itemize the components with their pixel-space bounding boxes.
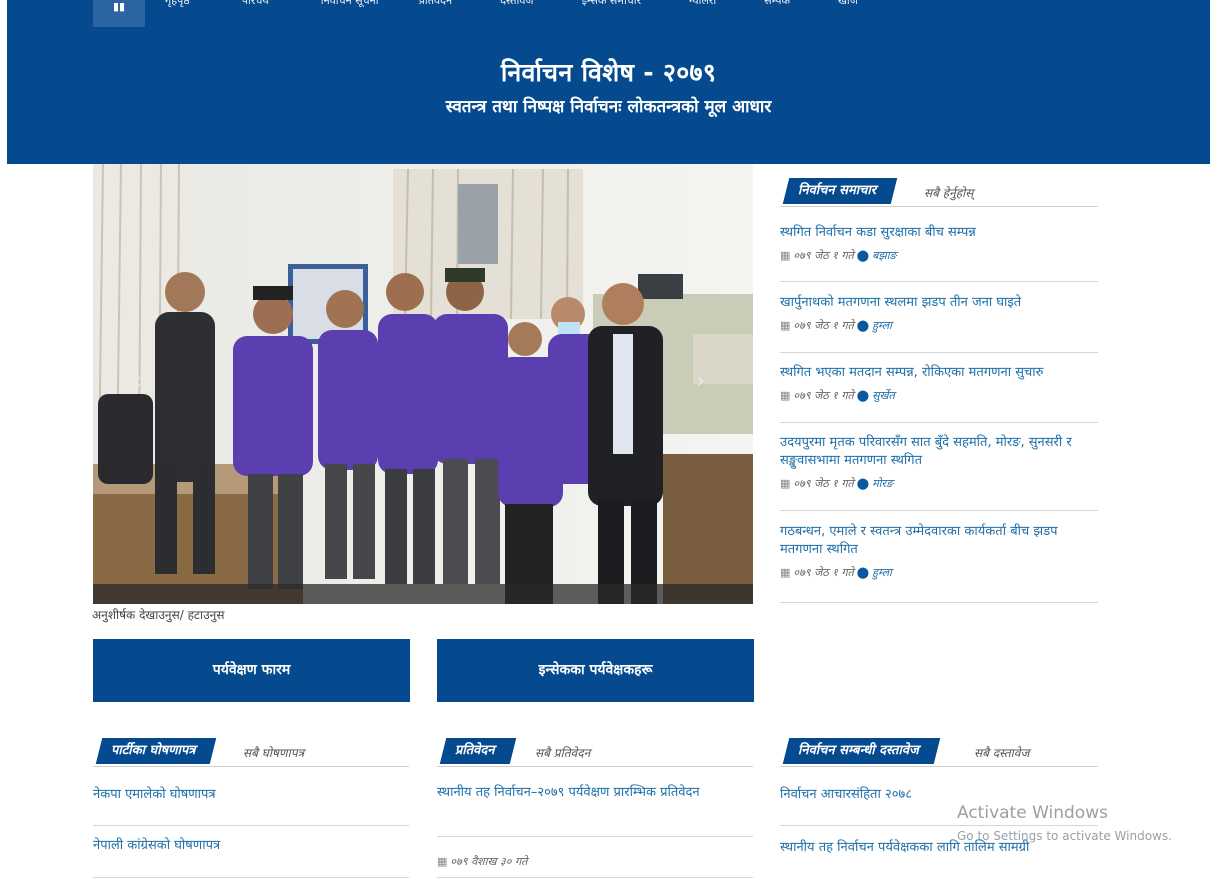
- map-pin-icon: ⬤: [856, 319, 870, 332]
- map-pin-icon: ⬤: [856, 249, 870, 262]
- nav-item-documents[interactable]: दस्तावेज: [500, 0, 534, 8]
- news-item-meta: ▦ ०७९ जेठ १ गते ⬤ हुम्ला: [780, 318, 1098, 333]
- photo-slider[interactable]: ‹ ›: [93, 164, 753, 604]
- documents-section-header: निर्वाचन सम्बन्धी दस्तावेज सबै दस्तावेज: [780, 736, 1098, 767]
- news-item-meta: ▦ ०७९ जेठ १ गते ⬤ सुर्खेत: [780, 388, 1098, 403]
- news-item-4: उदयपुरमा मृतक परिवारसँग सात बुँदे सहमति,…: [780, 434, 1098, 511]
- document-link-code-of-conduct[interactable]: निर्वाचन आचारसंहिता २०७८: [780, 786, 1098, 804]
- divider: [437, 877, 753, 878]
- news-item-title[interactable]: स्थगित निर्वाचन कडा सुरक्षाका बीच सम्पन्…: [780, 224, 1098, 242]
- caption-toggle-link[interactable]: अनुशीर्षक देखाउनुस/ हटाउनुस: [92, 606, 224, 623]
- watermark-title: Activate Windows: [957, 803, 1108, 823]
- news-item-location[interactable]: हुम्ला: [872, 318, 892, 333]
- nav-item-gallery[interactable]: ग्यालेरी: [689, 0, 716, 8]
- manifesto-view-all-link[interactable]: सबै घोषणापत्र: [243, 744, 304, 761]
- news-section-header: निर्वाचन समाचार सबै हेर्नुहोस्: [780, 176, 1098, 207]
- news-item-title[interactable]: गठबन्धन, एमाले र स्वतन्त्र उम्मेदवारका क…: [780, 523, 1098, 559]
- calendar-icon: ▦: [780, 566, 791, 579]
- windows-activation-watermark: Activate Windows Go to Settings to activ…: [957, 803, 1172, 843]
- top-nav-bar: ▮▮ गृहपृष्ठ परिचय निर्वाचन सूचना प्रतिवे…: [7, 0, 1210, 29]
- divider: [93, 825, 409, 826]
- nav-menu-button[interactable]: ▮▮: [93, 0, 145, 27]
- news-item-date: ०७९ जेठ १ गते: [793, 249, 854, 262]
- news-item-location[interactable]: मोरङ: [872, 476, 893, 491]
- manifesto-section-header: पार्टीका घोषणापत्र सबै घोषणापत्र: [93, 736, 409, 767]
- news-item-meta: ▦ ०७९ जेठ १ गते ⬤ बझाङ: [780, 248, 1098, 263]
- slider-prev-arrow[interactable]: ‹: [133, 369, 142, 394]
- news-item-date: ०७९ जेठ १ गते: [793, 389, 854, 402]
- nav-item-reports[interactable]: प्रतिवेदन: [419, 0, 452, 8]
- reports-section-header: प्रतिवेदन सबै प्रतिवेदन: [437, 736, 753, 767]
- news-item-2: खार्पुनाथको मतगणना स्थलमा झडप तीन जना घा…: [780, 294, 1098, 353]
- news-item-1: स्थगित निर्वाचन कडा सुरक्षाका बीच सम्पन्…: [780, 224, 1098, 282]
- reports-view-all-link[interactable]: सबै प्रतिवेदन: [535, 744, 590, 761]
- calendar-icon: ▦: [780, 389, 791, 402]
- documents-tab[interactable]: निर्वाचन सम्बन्धी दस्तावेज: [782, 738, 940, 764]
- calendar-icon: ▦: [780, 477, 791, 490]
- divider: [93, 877, 409, 878]
- page-title: निर्वाचन विशेष - २०७९: [500, 58, 717, 87]
- news-item-meta: ▦ ०७९ जेठ १ गते ⬤ हुम्ला: [780, 565, 1098, 580]
- news-item-date: ०७९ जेठ १ गते: [793, 477, 854, 490]
- slider-next-arrow[interactable]: ›: [696, 369, 705, 394]
- calendar-icon: ▦: [780, 319, 791, 332]
- page-subtitle: स्वतन्त्र तथा निष्पक्ष निर्वाचनः लोकतन्त…: [445, 97, 772, 117]
- nav-item-home[interactable]: गृहपृष्ठ: [165, 0, 190, 8]
- nav-item-election-notice[interactable]: निर्वाचन सूचना: [321, 0, 379, 8]
- nav-item-contact[interactable]: सम्पर्क: [764, 0, 790, 8]
- nav-item-about[interactable]: परिचय: [242, 0, 269, 8]
- watermark-subtitle: Go to Settings to activate Windows.: [957, 829, 1172, 843]
- map-pin-icon: ⬤: [856, 389, 870, 402]
- map-pin-icon: ⬤: [856, 566, 870, 579]
- news-item-title[interactable]: उदयपुरमा मृतक परिवारसँग सात बुँदे सहमति,…: [780, 434, 1098, 470]
- manifesto-tab[interactable]: पार्टीका घोषणापत्र: [95, 738, 217, 764]
- slider-photo: [93, 164, 753, 604]
- manifesto-link-uml[interactable]: नेकपा एमालेको घोषणापत्र: [93, 786, 409, 804]
- news-tab[interactable]: निर्वाचन समाचार: [782, 178, 898, 204]
- calendar-icon: ▦: [780, 249, 791, 262]
- hero-banner: निर्वाचन विशेष - २०७९ स्वतन्त्र तथा निष्…: [7, 27, 1210, 164]
- news-item-title[interactable]: स्थगित भएका मतदान सम्पन्न, रोकिएका मतगणन…: [780, 364, 1098, 382]
- manifesto-link-congress[interactable]: नेपाली कांग्रेसको घोषणापत्र: [93, 837, 409, 855]
- nav-items: गृहपृष्ठ परिचय निर्वाचन सूचना प्रतिवेदन …: [165, 0, 858, 8]
- report-date: ०७९ वैशाख ३० गते: [450, 855, 528, 868]
- nav-item-search[interactable]: खोज: [838, 0, 858, 8]
- news-item-location[interactable]: बझाङ: [872, 248, 896, 263]
- map-pin-icon: ⬤: [856, 477, 870, 490]
- insec-observers-button[interactable]: इन्सेकका पर्यवेक्षकहरू: [437, 639, 754, 702]
- news-item-3: स्थगित भएका मतदान सम्पन्न, रोकिएका मतगणन…: [780, 364, 1098, 423]
- calendar-icon: ▦: [437, 855, 448, 868]
- news-item-title[interactable]: खार्पुनाथको मतगणना स्थलमा झडप तीन जना घा…: [780, 294, 1098, 312]
- report-link-preliminary[interactable]: स्थानीय तह निर्वाचन–२०७९ पर्यवेक्षण प्रा…: [437, 784, 747, 802]
- news-view-all-link[interactable]: सबै हेर्नुहोस्: [924, 184, 973, 201]
- divider: [437, 836, 753, 837]
- news-item-meta: ▦ ०७९ जेठ १ गते ⬤ मोरङ: [780, 476, 1098, 491]
- documents-view-all-link[interactable]: सबै दस्तावेज: [974, 744, 1029, 761]
- observation-form-button[interactable]: पर्यवेक्षण फारम: [93, 639, 410, 702]
- reports-tab[interactable]: प्रतिवेदन: [439, 738, 516, 764]
- news-item-location[interactable]: सुर्खेत: [872, 388, 895, 403]
- nav-item-insec-news[interactable]: इन्सेक समाचार: [582, 0, 642, 8]
- news-item-5: गठबन्धन, एमाले र स्वतन्त्र उम्मेदवारका क…: [780, 523, 1098, 603]
- news-item-location[interactable]: हुम्ला: [872, 565, 892, 580]
- news-item-date: ०७९ जेठ १ गते: [793, 319, 854, 332]
- report-meta: ▦ ०७९ वैशाख ३० गते: [437, 854, 527, 869]
- news-item-date: ०७९ जेठ १ गते: [793, 566, 854, 579]
